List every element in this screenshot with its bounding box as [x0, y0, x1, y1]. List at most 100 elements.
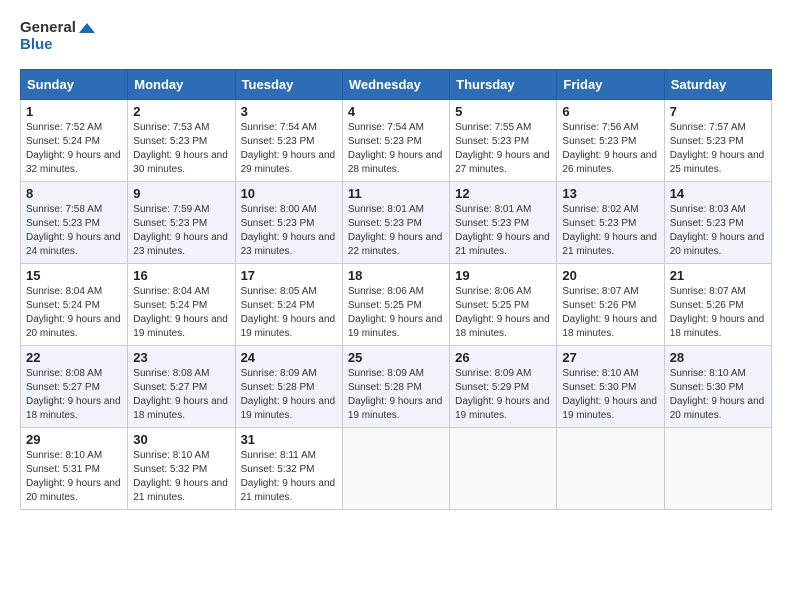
calendar-header-tuesday: Tuesday	[235, 70, 342, 100]
day-info: Sunrise: 7:57 AM Sunset: 5:23 PM Dayligh…	[670, 121, 766, 177]
calendar-cell: 14Sunrise: 8:03 AM Sunset: 5:23 PM Dayli…	[664, 182, 771, 264]
day-number: 17	[241, 268, 337, 283]
calendar-cell: 18 Sunrise: 8:06 AM Sunset: 5:25 PM Dayli…	[342, 264, 449, 346]
calendar-cell: 19Sunrise: 8:06 AM Sunset: 5:25 PM Dayli…	[450, 264, 557, 346]
calendar-header-wednesday: Wednesday	[342, 70, 449, 100]
day-info: Sunrise: 8:08 AM Sunset: 5:27 PM Dayligh…	[133, 367, 229, 423]
calendar-header-thursday: Thursday	[450, 70, 557, 100]
day-number: 2	[133, 104, 229, 119]
calendar-cell: 23 Sunrise: 8:08 AM Sunset: 5:27 PM Dayli…	[128, 346, 235, 428]
calendar-cell: 21 Sunrise: 8:07 AM Sunset: 5:26 PM Dayli…	[664, 264, 771, 346]
calendar-cell: 29 Sunrise: 8:10 AM Sunset: 5:31 PM Dayli…	[21, 428, 128, 510]
day-info: Sunrise: 8:09 AM Sunset: 5:29 PM Dayligh…	[455, 367, 551, 423]
day-number: 16	[133, 268, 229, 283]
day-info: Sunrise: 8:02 AM Sunset: 5:23 PM Dayligh…	[562, 203, 658, 259]
calendar-cell: 5 Sunrise: 7:55 AM Sunset: 5:23 PM Daylig…	[450, 100, 557, 182]
day-number: 11	[348, 186, 444, 201]
day-number: 14	[670, 186, 766, 201]
calendar-cell: 24Sunrise: 8:09 AM Sunset: 5:28 PM Dayli…	[235, 346, 342, 428]
calendar-week-row: 8Sunrise: 7:58 AM Sunset: 5:23 PM Daylig…	[21, 182, 772, 264]
day-number: 5	[455, 104, 551, 119]
day-info: Sunrise: 8:00 AM Sunset: 5:23 PM Dayligh…	[241, 203, 337, 259]
day-info: Sunrise: 8:08 AM Sunset: 5:27 PM Dayligh…	[26, 367, 122, 423]
calendar-cell: 15 Sunrise: 8:04 AM Sunset: 5:24 PM Dayli…	[21, 264, 128, 346]
calendar-cell: 25 Sunrise: 8:09 AM Sunset: 5:28 PM Dayli…	[342, 346, 449, 428]
calendar-cell: 17 Sunrise: 8:05 AM Sunset: 5:24 PM Dayli…	[235, 264, 342, 346]
calendar-header-monday: Monday	[128, 70, 235, 100]
day-number: 4	[348, 104, 444, 119]
day-info: Sunrise: 8:10 AM Sunset: 5:30 PM Dayligh…	[562, 367, 658, 423]
calendar-cell: 4 Sunrise: 7:54 AM Sunset: 5:23 PM Daylig…	[342, 100, 449, 182]
day-info: Sunrise: 8:07 AM Sunset: 5:26 PM Dayligh…	[562, 285, 658, 341]
calendar-cell: 13 Sunrise: 8:02 AM Sunset: 5:23 PM Dayli…	[557, 182, 664, 264]
day-info: Sunrise: 8:09 AM Sunset: 5:28 PM Dayligh…	[348, 367, 444, 423]
day-number: 30	[133, 432, 229, 447]
calendar-week-row: 15 Sunrise: 8:04 AM Sunset: 5:24 PM Dayli…	[21, 264, 772, 346]
calendar-header-row: SundayMondayTuesdayWednesdayThursdayFrid…	[21, 70, 772, 100]
day-info: Sunrise: 8:01 AM Sunset: 5:23 PM Dayligh…	[455, 203, 551, 259]
day-number: 22	[26, 350, 122, 365]
day-info: Sunrise: 7:53 AM Sunset: 5:23 PM Dayligh…	[133, 121, 229, 177]
calendar-cell: 11 Sunrise: 8:01 AM Sunset: 5:23 PM Dayli…	[342, 182, 449, 264]
calendar-week-row: 1 Sunrise: 7:52 AM Sunset: 5:24 PM Daylig…	[21, 100, 772, 182]
day-number: 27	[562, 350, 658, 365]
day-number: 7	[670, 104, 766, 119]
calendar-header-sunday: Sunday	[21, 70, 128, 100]
calendar-header-friday: Friday	[557, 70, 664, 100]
day-info: Sunrise: 7:55 AM Sunset: 5:23 PM Dayligh…	[455, 121, 551, 177]
calendar-cell: 7 Sunrise: 7:57 AM Sunset: 5:23 PM Daylig…	[664, 100, 771, 182]
calendar-week-row: 29 Sunrise: 8:10 AM Sunset: 5:31 PM Dayli…	[21, 428, 772, 510]
calendar-header-saturday: Saturday	[664, 70, 771, 100]
day-info: Sunrise: 8:04 AM Sunset: 5:24 PM Dayligh…	[26, 285, 122, 341]
day-info: Sunrise: 8:06 AM Sunset: 5:25 PM Dayligh…	[348, 285, 444, 341]
day-number: 20	[562, 268, 658, 283]
day-info: Sunrise: 8:04 AM Sunset: 5:24 PM Dayligh…	[133, 285, 229, 341]
day-info: Sunrise: 8:05 AM Sunset: 5:24 PM Dayligh…	[241, 285, 337, 341]
calendar-cell: 22 Sunrise: 8:08 AM Sunset: 5:27 PM Dayli…	[21, 346, 128, 428]
calendar-cell	[557, 428, 664, 510]
calendar-cell: 16 Sunrise: 8:04 AM Sunset: 5:24 PM Dayli…	[128, 264, 235, 346]
calendar-cell: 10 Sunrise: 8:00 AM Sunset: 5:23 PM Dayli…	[235, 182, 342, 264]
day-info: Sunrise: 8:10 AM Sunset: 5:30 PM Dayligh…	[670, 367, 766, 423]
day-number: 10	[241, 186, 337, 201]
calendar-cell: 26 Sunrise: 8:09 AM Sunset: 5:29 PM Dayli…	[450, 346, 557, 428]
day-info: Sunrise: 8:07 AM Sunset: 5:26 PM Dayligh…	[670, 285, 766, 341]
day-info: Sunrise: 7:54 AM Sunset: 5:23 PM Dayligh…	[348, 121, 444, 177]
calendar-cell: 12 Sunrise: 8:01 AM Sunset: 5:23 PM Dayli…	[450, 182, 557, 264]
calendar-table: SundayMondayTuesdayWednesdayThursdayFrid…	[20, 69, 772, 510]
day-info: Sunrise: 7:56 AM Sunset: 5:23 PM Dayligh…	[562, 121, 658, 177]
day-number: 25	[348, 350, 444, 365]
calendar-cell: 1 Sunrise: 7:52 AM Sunset: 5:24 PM Daylig…	[21, 100, 128, 182]
day-info: Sunrise: 8:11 AM Sunset: 5:32 PM Dayligh…	[241, 449, 337, 505]
calendar-cell	[342, 428, 449, 510]
day-info: Sunrise: 7:52 AM Sunset: 5:24 PM Dayligh…	[26, 121, 122, 177]
calendar-cell: 2 Sunrise: 7:53 AM Sunset: 5:23 PM Daylig…	[128, 100, 235, 182]
day-info: Sunrise: 8:10 AM Sunset: 5:31 PM Dayligh…	[26, 449, 122, 505]
day-number: 29	[26, 432, 122, 447]
calendar-cell: 6Sunrise: 7:56 AM Sunset: 5:23 PM Daylig…	[557, 100, 664, 182]
calendar-week-row: 22 Sunrise: 8:08 AM Sunset: 5:27 PM Dayli…	[21, 346, 772, 428]
day-number: 21	[670, 268, 766, 283]
day-info: Sunrise: 8:01 AM Sunset: 5:23 PM Dayligh…	[348, 203, 444, 259]
calendar-cell: 28 Sunrise: 8:10 AM Sunset: 5:30 PM Dayli…	[664, 346, 771, 428]
day-number: 23	[133, 350, 229, 365]
calendar-cell	[664, 428, 771, 510]
day-number: 24	[241, 350, 337, 365]
day-number: 12	[455, 186, 551, 201]
day-number: 1	[26, 104, 122, 119]
day-number: 18	[348, 268, 444, 283]
calendar-cell: 30 Sunrise: 8:10 AM Sunset: 5:32 PM Dayli…	[128, 428, 235, 510]
day-info: Sunrise: 8:10 AM Sunset: 5:32 PM Dayligh…	[133, 449, 229, 505]
logo: General Blue	[20, 20, 95, 53]
calendar-cell: 20 Sunrise: 8:07 AM Sunset: 5:26 PM Dayli…	[557, 264, 664, 346]
day-info: Sunrise: 8:06 AM Sunset: 5:25 PM Dayligh…	[455, 285, 551, 341]
day-number: 26	[455, 350, 551, 365]
day-number: 28	[670, 350, 766, 365]
day-number: 31	[241, 432, 337, 447]
day-info: Sunrise: 7:59 AM Sunset: 5:23 PM Dayligh…	[133, 203, 229, 259]
day-number: 3	[241, 104, 337, 119]
day-info: Sunrise: 7:54 AM Sunset: 5:23 PM Dayligh…	[241, 121, 337, 177]
day-number: 15	[26, 268, 122, 283]
calendar-cell: 31 Sunrise: 8:11 AM Sunset: 5:32 PM Dayli…	[235, 428, 342, 510]
day-number: 13	[562, 186, 658, 201]
